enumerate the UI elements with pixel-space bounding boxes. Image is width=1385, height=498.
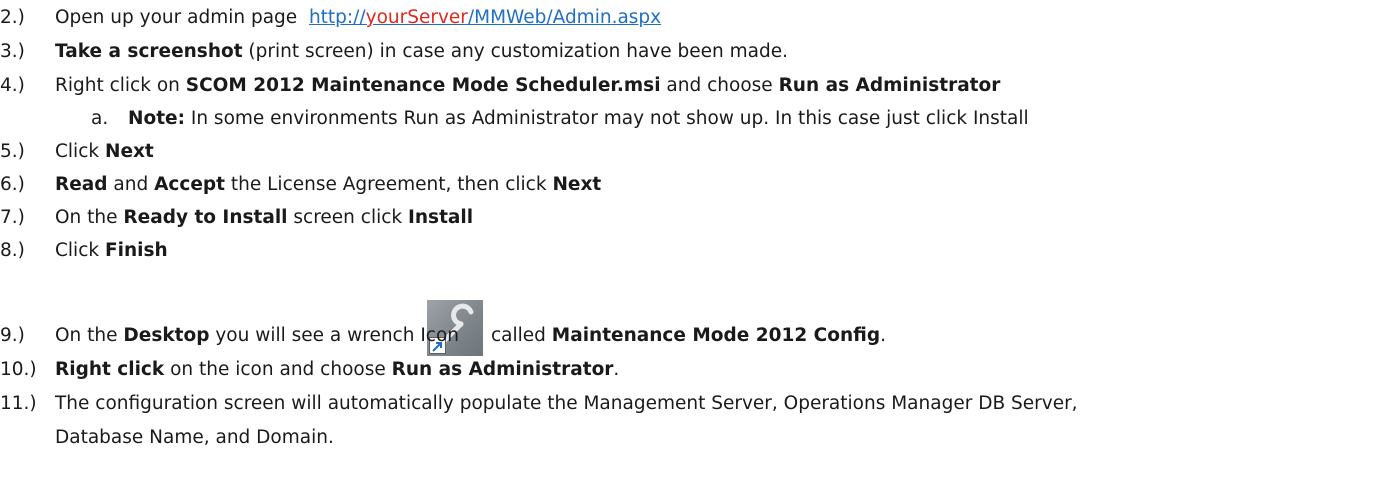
admin-page-link[interactable]: http://yourServer/MMWeb/Admin.aspx (309, 7, 661, 28)
step-number: 6.) (0, 174, 25, 195)
step-number: 5.) (0, 141, 25, 162)
step-number: 7.) (0, 207, 25, 228)
step-number: 11.) (0, 393, 37, 414)
document-page: 2.) Open up your admin page http://yourS… (0, 7, 1078, 448)
step-number: 10.) (0, 359, 37, 380)
step-number: 3.) (0, 41, 25, 62)
step-text: Open up your admin page (55, 7, 298, 28)
step-number: 8.) (0, 240, 25, 261)
step-number: 4.) (0, 75, 25, 96)
step-number: a. (91, 108, 109, 129)
step-number: 2.) (0, 7, 25, 28)
step-number: 9.) (0, 325, 25, 346)
